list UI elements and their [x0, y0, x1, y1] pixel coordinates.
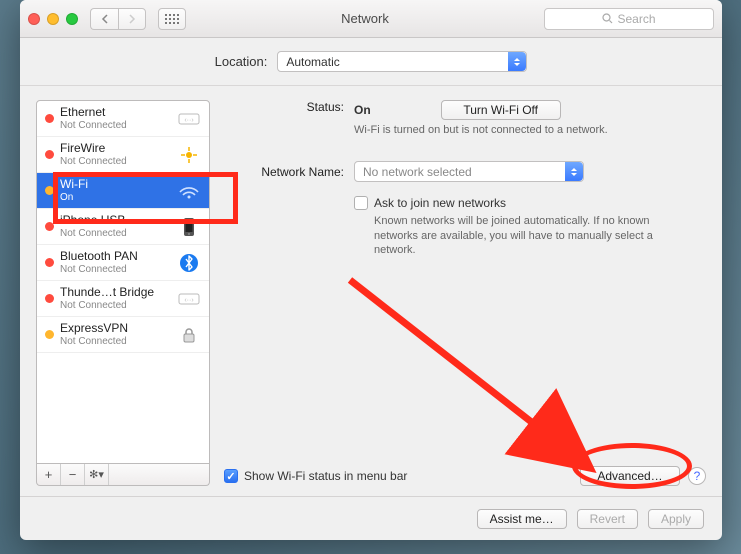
window-title: Network	[192, 11, 538, 26]
search-icon	[602, 13, 613, 24]
status-value: On	[354, 103, 371, 117]
sidebar: EthernetNot Connected ‹··› FireWireNot C…	[36, 100, 210, 486]
status-dot-icon	[45, 150, 54, 159]
ask-join-label: Ask to join new networks	[374, 196, 506, 210]
status-label: Status:	[224, 100, 354, 114]
sidebar-item-bluetooth[interactable]: Bluetooth PANNot Connected	[37, 245, 209, 281]
location-label: Location:	[215, 54, 268, 69]
sidebar-item-sub: Not Connected	[60, 300, 171, 311]
thunderbolt-icon: ‹··›	[177, 287, 201, 311]
body: EthernetNot Connected ‹··› FireWireNot C…	[20, 86, 722, 496]
status-dot-icon	[45, 186, 54, 195]
interface-list: EthernetNot Connected ‹··› FireWireNot C…	[36, 100, 210, 464]
sidebar-item-label: ExpressVPN	[60, 322, 171, 335]
status-dot-icon	[45, 294, 54, 303]
sidebar-item-sub: Not Connected	[60, 336, 171, 347]
help-button[interactable]: ?	[688, 467, 706, 485]
sidebar-item-label: Thunde…t Bridge	[60, 286, 171, 299]
minimize-icon[interactable]	[47, 13, 59, 25]
back-button[interactable]	[90, 8, 118, 30]
chevron-updown-icon	[565, 162, 583, 181]
nav-back-forward	[90, 8, 146, 30]
lock-icon	[177, 323, 201, 347]
sidebar-item-label: Ethernet	[60, 106, 171, 119]
titlebar: Network Search	[20, 0, 722, 38]
svg-text:‹··›: ‹··›	[184, 117, 194, 124]
show-status-label: Show Wi-Fi status in menu bar	[244, 469, 407, 483]
sidebar-item-thunderbolt[interactable]: Thunde…t BridgeNot Connected ‹··›	[37, 281, 209, 317]
wifi-toggle-button[interactable]: Turn Wi-Fi Off	[441, 100, 561, 120]
sidebar-item-label: iPhone USB	[60, 214, 171, 227]
location-select[interactable]: Automatic	[277, 51, 527, 72]
revert-button[interactable]: Revert	[577, 509, 638, 529]
detail-bottom-bar: Show Wi-Fi status in menu bar Advanced… …	[224, 460, 706, 486]
sidebar-item-sub: Not Connected	[60, 264, 171, 275]
ask-join-hint: Known networks will be joined automatica…	[374, 214, 654, 257]
wifi-icon	[177, 179, 201, 203]
footer: Assist me… Revert Apply	[20, 496, 722, 540]
status-dot-icon	[45, 222, 54, 231]
status-dot-icon	[45, 114, 54, 123]
traffic-lights	[28, 13, 78, 25]
sidebar-item-iphone-usb[interactable]: iPhone USBNot Connected	[37, 209, 209, 245]
search-input[interactable]: Search	[544, 8, 714, 30]
advanced-button[interactable]: Advanced…	[580, 466, 680, 486]
close-icon[interactable]	[28, 13, 40, 25]
status-hint: Wi-Fi is turned on but is not connected …	[354, 123, 654, 137]
show-status-checkbox[interactable]: Show Wi-Fi status in menu bar	[224, 469, 407, 483]
iphone-icon	[177, 215, 201, 239]
sidebar-item-ethernet[interactable]: EthernetNot Connected ‹··›	[37, 101, 209, 137]
search-placeholder: Search	[617, 12, 655, 26]
detail-pane: Status: On Turn Wi-Fi Off Wi-Fi is turne…	[224, 100, 706, 486]
sidebar-item-sub: Not Connected	[60, 228, 171, 239]
sidebar-item-sub: On	[60, 192, 171, 203]
ask-join-checkbox[interactable]: Ask to join new networks	[354, 196, 706, 210]
apply-button[interactable]: Apply	[648, 509, 704, 529]
firewire-icon	[177, 143, 201, 167]
sidebar-item-wifi[interactable]: Wi-FiOn	[37, 173, 209, 209]
svg-text:‹··›: ‹··›	[184, 297, 194, 304]
checkbox-icon	[354, 196, 368, 210]
network-name-value: No network selected	[363, 165, 472, 179]
sidebar-item-expressvpn[interactable]: ExpressVPNNot Connected	[37, 317, 209, 353]
sidebar-item-sub: Not Connected	[60, 120, 171, 131]
network-prefs-window: Network Search Location: Automatic Ether…	[20, 0, 722, 540]
sidebar-item-label: FireWire	[60, 142, 171, 155]
list-footer: + − ✻▾	[36, 464, 210, 486]
chevron-updown-icon	[508, 52, 526, 71]
network-name-select[interactable]: No network selected	[354, 161, 584, 182]
forward-button[interactable]	[118, 8, 146, 30]
status-dot-icon	[45, 330, 54, 339]
status-dot-icon	[45, 258, 54, 267]
checkbox-icon	[224, 469, 238, 483]
action-menu-button[interactable]: ✻▾	[85, 464, 109, 485]
network-name-label: Network Name:	[224, 165, 354, 179]
sidebar-item-label: Bluetooth PAN	[60, 250, 171, 263]
show-all-button[interactable]	[158, 8, 186, 30]
remove-interface-button[interactable]: −	[61, 464, 85, 485]
zoom-icon[interactable]	[66, 13, 78, 25]
location-bar: Location: Automatic	[20, 38, 722, 86]
sidebar-item-sub: Not Connected	[60, 156, 171, 167]
sidebar-item-label: Wi-Fi	[60, 178, 171, 191]
sidebar-item-firewire[interactable]: FireWireNot Connected	[37, 137, 209, 173]
add-interface-button[interactable]: +	[37, 464, 61, 485]
bluetooth-icon	[177, 251, 201, 275]
location-value: Automatic	[286, 55, 339, 69]
ethernet-icon: ‹··›	[177, 107, 201, 131]
assist-me-button[interactable]: Assist me…	[477, 509, 567, 529]
